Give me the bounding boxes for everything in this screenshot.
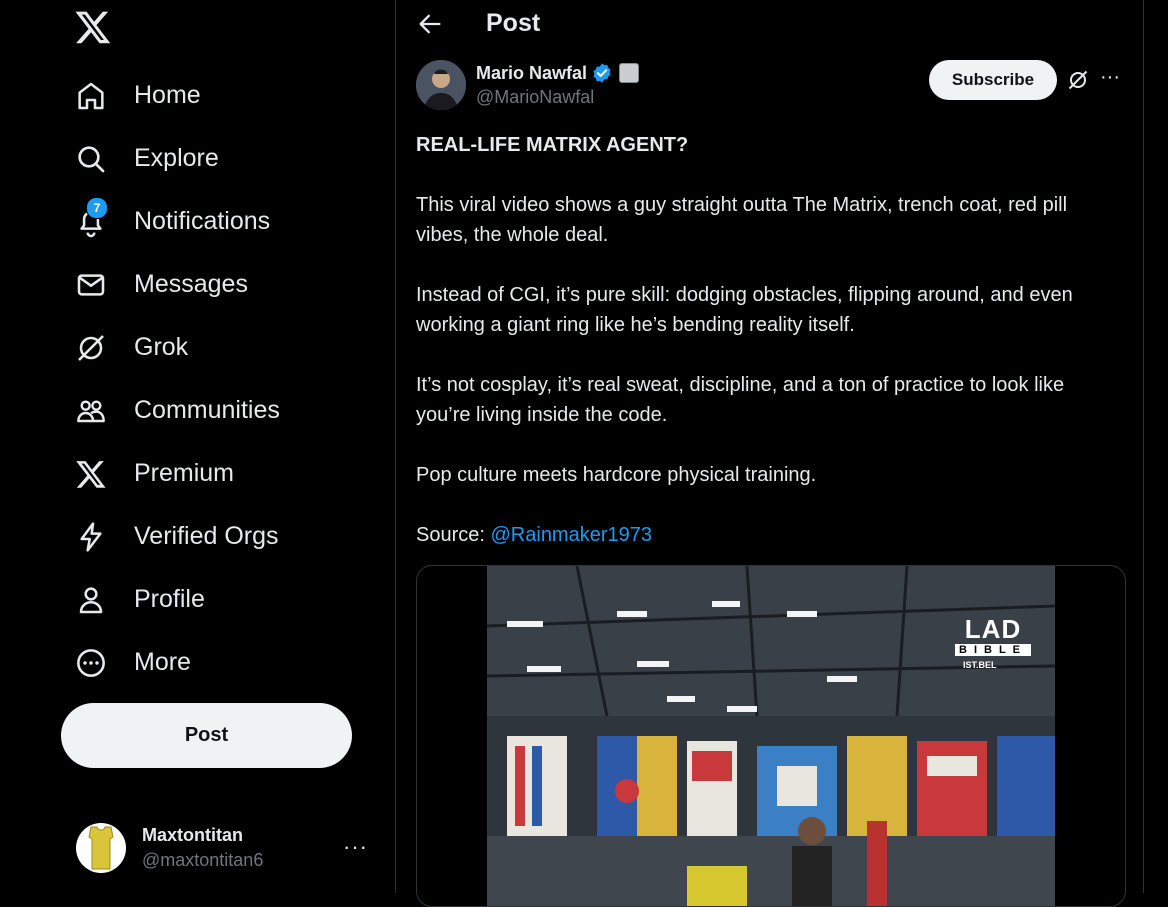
nav-premium[interactable]: Premium bbox=[60, 442, 280, 505]
person-icon bbox=[74, 583, 108, 617]
lightning-icon bbox=[74, 520, 108, 554]
nav-explore-label: Explore bbox=[134, 144, 219, 172]
account-more-icon[interactable]: ··· bbox=[343, 834, 368, 860]
primary-nav: Home Explore 7 Notifications Messages Gr… bbox=[60, 64, 280, 694]
post-paragraph: It’s not cosplay, it’s real sweat, disci… bbox=[416, 374, 1065, 426]
video-watermark: LAD BIBLE IST.BEL bbox=[955, 616, 1031, 670]
watermark-top: LAD bbox=[964, 614, 1022, 644]
source-mention-link[interactable]: @Rainmaker1973 bbox=[491, 524, 653, 546]
avatar bbox=[76, 823, 126, 873]
nav-grok-label: Grok bbox=[134, 333, 189, 361]
people-icon bbox=[74, 394, 108, 428]
x-logo-icon[interactable] bbox=[74, 8, 112, 46]
home-icon bbox=[74, 79, 108, 113]
nav-messages[interactable]: Messages bbox=[60, 253, 280, 316]
post-more-icon[interactable]: ··· bbox=[1100, 66, 1120, 89]
nav-notifications-label: Notifications bbox=[134, 207, 271, 235]
post-paragraph: Pop culture meets hardcore physical trai… bbox=[416, 464, 817, 486]
author-photo bbox=[416, 60, 466, 110]
author-handle[interactable]: @MarioNawfal bbox=[476, 87, 594, 108]
nav-communities-label: Communities bbox=[134, 396, 280, 424]
nav-messages-label: Messages bbox=[134, 270, 248, 298]
back-arrow-icon[interactable] bbox=[416, 10, 444, 38]
account-switcher[interactable]: Maxtontitan @maxtontitan6 ··· bbox=[62, 808, 382, 888]
nav-profile-label: Profile bbox=[134, 585, 205, 613]
subscribe-button[interactable]: Subscribe bbox=[929, 60, 1057, 100]
grok-icon bbox=[74, 331, 108, 365]
search-icon bbox=[74, 142, 108, 176]
page-title: Post bbox=[486, 9, 541, 37]
nav-home-label: Home bbox=[134, 81, 201, 109]
post-source: Source: @Rainmaker1973 bbox=[416, 520, 1116, 550]
jersey-icon bbox=[88, 826, 114, 870]
nav-communities[interactable]: Communities bbox=[60, 379, 280, 442]
post-detail: Post Mario Nawfal @MarioNawfal Subscribe… bbox=[396, 0, 1144, 907]
post-headline: REAL-LIFE MATRIX AGENT? bbox=[416, 134, 689, 156]
nav-grok[interactable]: Grok bbox=[60, 316, 280, 379]
author-avatar[interactable] bbox=[416, 60, 466, 110]
x-logo-icon bbox=[74, 457, 108, 491]
nav-verified-orgs-label: Verified Orgs bbox=[134, 522, 279, 550]
sidebar: Home Explore 7 Notifications Messages Gr… bbox=[0, 0, 396, 893]
video-frame[interactable]: LAD BIBLE IST.BEL bbox=[487, 566, 1055, 906]
compose-post-button[interactable]: Post bbox=[61, 703, 352, 768]
verified-badge-icon bbox=[593, 63, 611, 83]
nav-notifications[interactable]: 7 Notifications bbox=[60, 190, 280, 253]
post-header: Post bbox=[396, 0, 1143, 50]
post-body: REAL-LIFE MATRIX AGENT? This viral video… bbox=[416, 130, 1116, 580]
post-paragraph: This viral video shows a guy straight ou… bbox=[416, 194, 1068, 246]
author-name[interactable]: Mario Nawfal bbox=[476, 62, 640, 84]
notification-count-badge: 7 bbox=[86, 196, 108, 219]
nav-home[interactable]: Home bbox=[60, 64, 280, 127]
watermark-mid: BIBLE bbox=[955, 644, 1031, 656]
account-handle: @maxtontitan6 bbox=[142, 850, 264, 870]
account-name: Maxtontitan bbox=[142, 825, 243, 845]
nav-more[interactable]: More bbox=[60, 631, 280, 694]
nav-premium-label: Premium bbox=[134, 459, 235, 487]
envelope-icon bbox=[74, 268, 108, 302]
more-circle-icon bbox=[74, 646, 108, 680]
bell-icon: 7 bbox=[74, 196, 108, 239]
post-paragraph: Instead of CGI, it’s pure skill: dodging… bbox=[416, 284, 1073, 336]
watermark-sub: IST.BEL bbox=[963, 660, 997, 670]
video-player[interactable]: LAD BIBLE IST.BEL bbox=[416, 565, 1126, 907]
nav-explore[interactable]: Explore bbox=[60, 127, 280, 190]
source-label: Source: bbox=[416, 524, 485, 546]
nav-more-label: More bbox=[134, 648, 191, 676]
grok-icon[interactable] bbox=[1066, 68, 1090, 92]
nav-profile[interactable]: Profile bbox=[60, 568, 280, 631]
affiliate-badge-icon bbox=[619, 63, 640, 83]
author-name-text: Mario Nawfal bbox=[476, 62, 588, 83]
nav-verified-orgs[interactable]: Verified Orgs bbox=[60, 505, 280, 568]
